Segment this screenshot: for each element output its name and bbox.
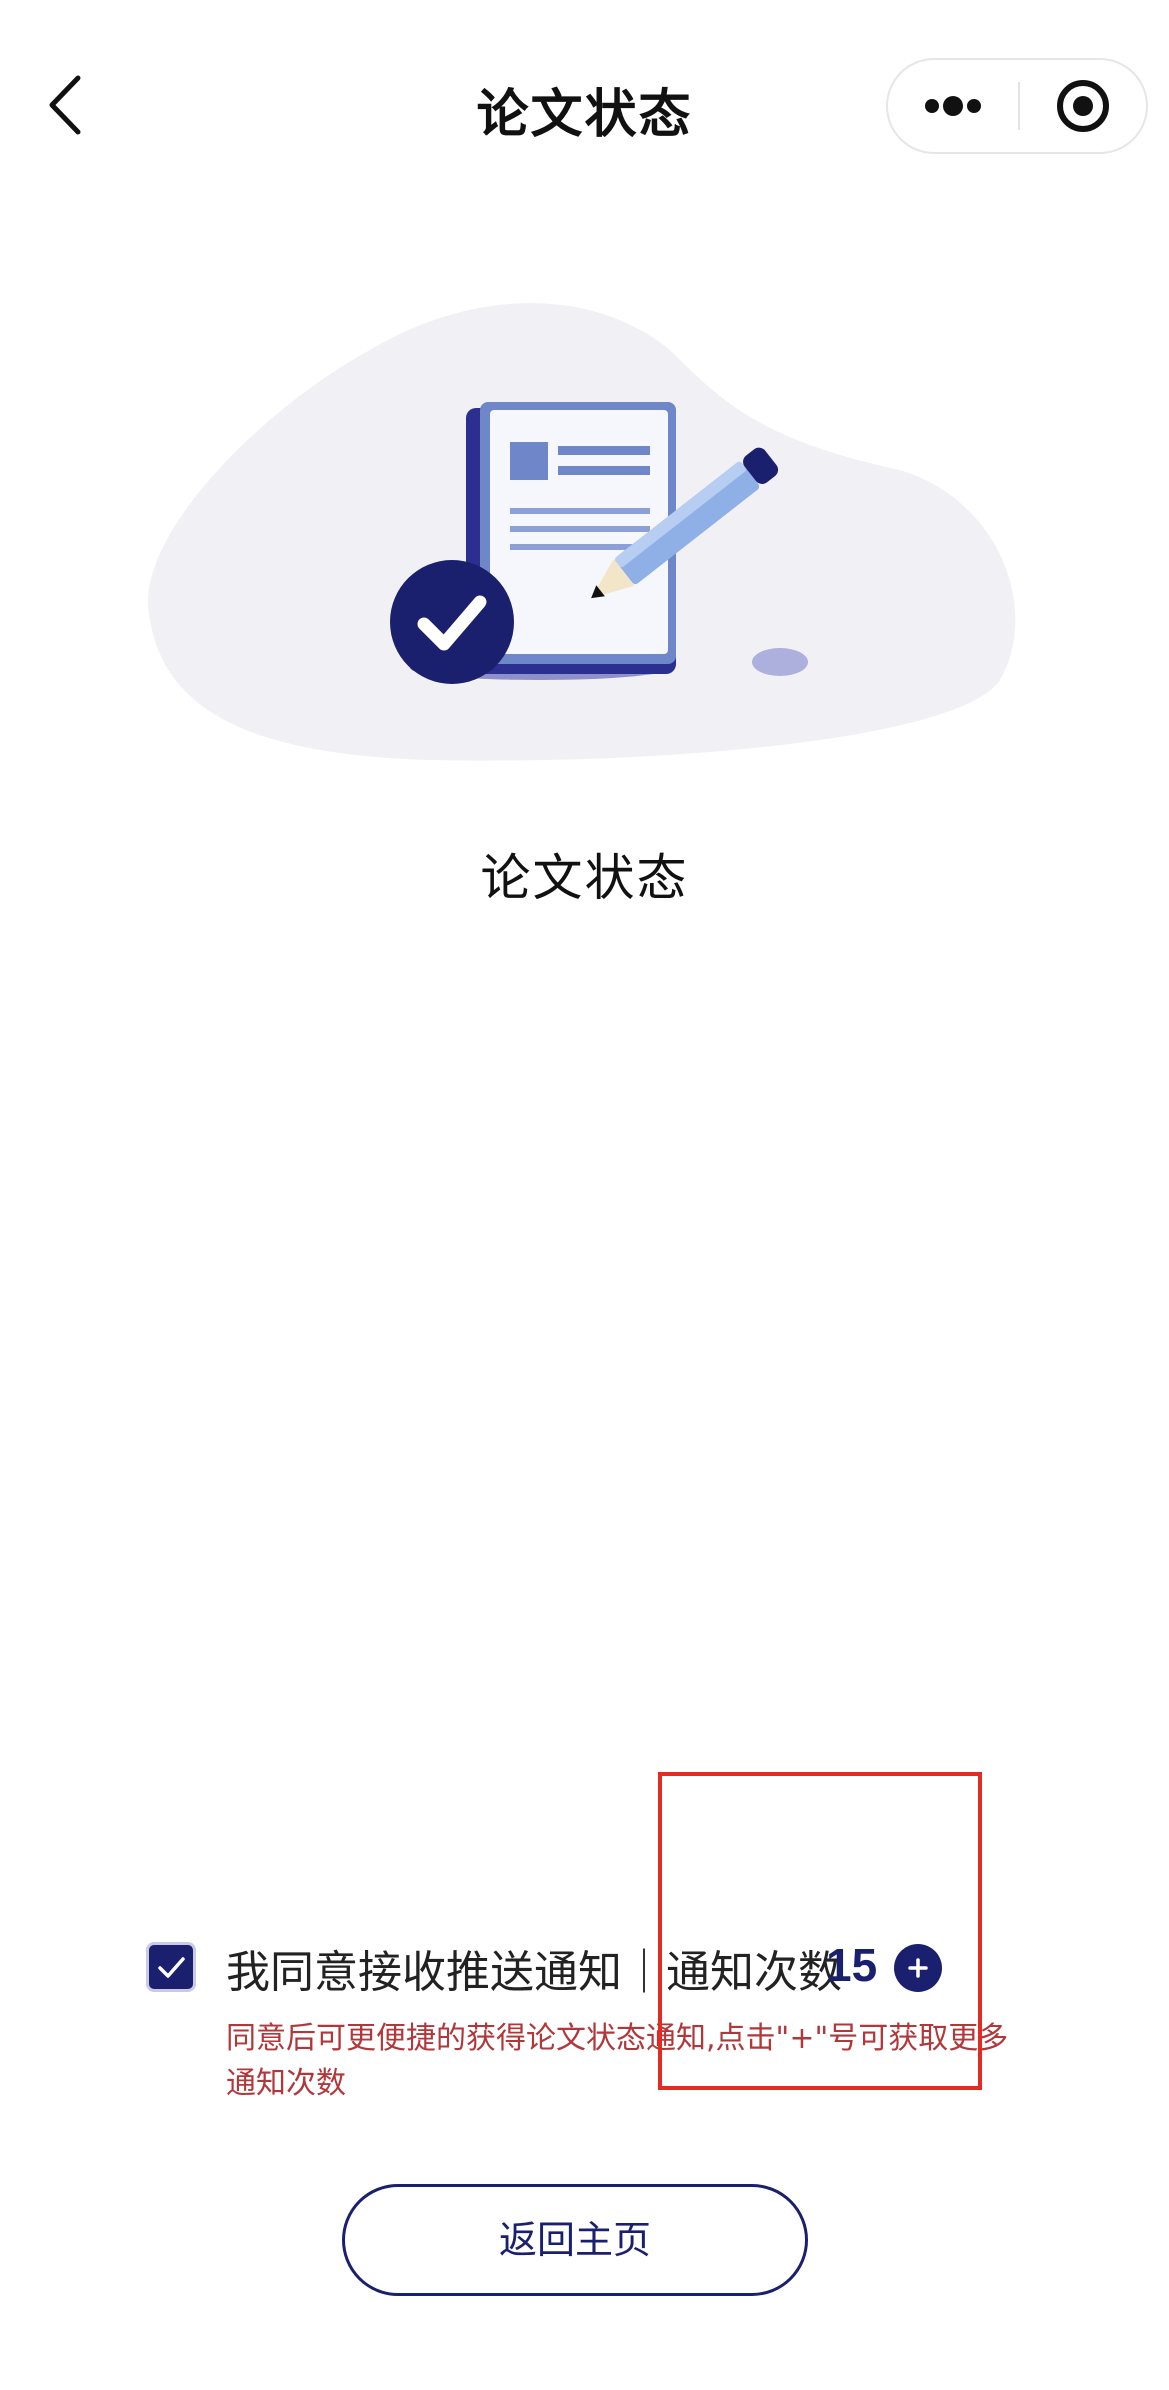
document-pencil-check-icon — [147, 303, 1016, 761]
more-button[interactable] — [888, 60, 1018, 152]
notification-count: 15 — [826, 1939, 878, 1991]
plus-circle-icon — [908, 1958, 928, 1978]
top-nav-bar: 论文状态 — [0, 0, 1169, 200]
more-dots-icon — [925, 96, 981, 116]
consent-checkbox[interactable] — [146, 1942, 196, 1992]
consent-hint: 同意后可更便捷的获得论文状态通知,点击"+"号可获取更多通知次数 — [226, 2021, 1009, 2101]
add-count-button[interactable] — [894, 1944, 942, 1992]
mini-program-capsule — [886, 58, 1148, 154]
return-home-button[interactable]: 返回主页 — [342, 2184, 808, 2296]
close-button[interactable] — [1020, 60, 1146, 152]
hero-caption: 论文状态 — [480, 849, 689, 907]
consent-label: 我同意接收推送通知｜通知次数 — [226, 1947, 842, 1998]
hero-illustration — [140, 290, 1040, 790]
record-circle-icon — [1057, 80, 1109, 132]
check-icon — [158, 1957, 185, 1978]
notification-consent-row: 我同意接收推送通知｜通知次数 15 — [146, 1930, 1026, 2010]
